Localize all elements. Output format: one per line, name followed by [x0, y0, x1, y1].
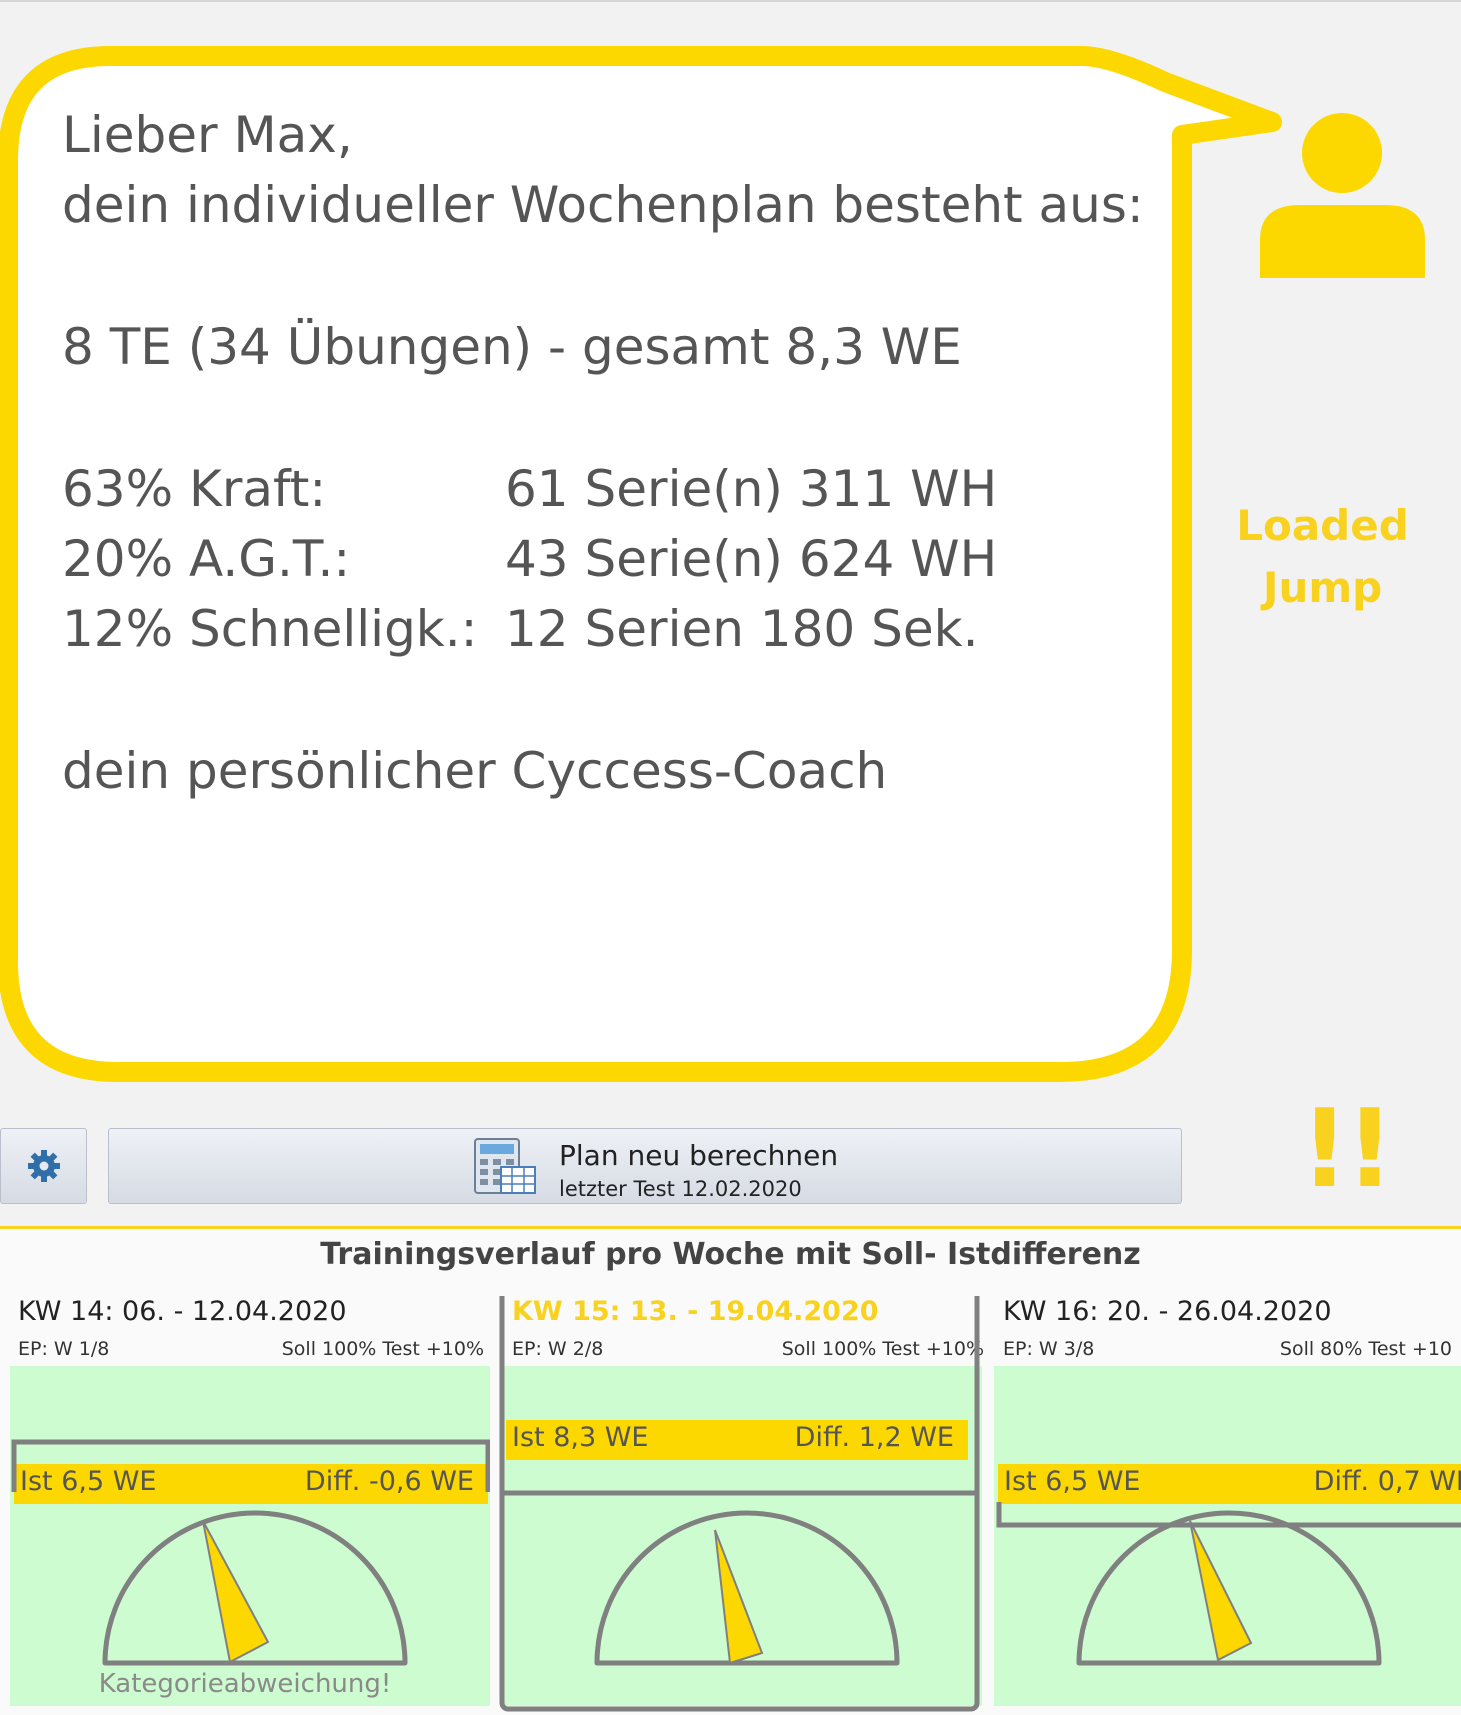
gear-icon: [27, 1150, 60, 1182]
stat-label: 20% A.G.T.:: [62, 530, 351, 588]
category-deviation-note: Kategorieabweichung!: [98, 1669, 392, 1699]
last-test-label: letzter Test 12.02.2020: [559, 1177, 802, 1201]
coach-message: Lieber Max, dein individueller Wochenpla…: [62, 100, 1144, 806]
stat-value: 61 Serie(n) 311 WH: [505, 460, 998, 518]
stat-value: 43 Serie(n) 624 WH: [505, 530, 998, 588]
exercise-line-2: Jump: [1262, 563, 1383, 612]
week-card-kw16[interactable]: KW 16: 20. - 26.04.2020 EP: W 3/8 Soll 8…: [984, 1296, 1461, 1715]
alert-indicator[interactable]: !!: [1300, 1090, 1394, 1210]
chart-title: Trainingsverlauf pro Woche mit Soll- Ist…: [320, 1237, 1141, 1272]
greeting: Lieber Max,: [62, 106, 353, 164]
intro-text: dein individueller Wochenplan besteht au…: [62, 176, 1144, 234]
settings-button[interactable]: [0, 1128, 87, 1204]
recalculate-plan-button[interactable]: Plan neu berechnen letzter Test 12.02.20…: [108, 1128, 1182, 1204]
stat-row-agt: 20% A.G.T.: 43 Serie(n) 624 WH: [62, 524, 1122, 594]
signature: dein persönlicher Cyccess-Coach: [62, 742, 888, 800]
week-card-kw15[interactable]: KW 15: 13. - 19.04.2020 EP: W 2/8 Soll 1…: [492, 1296, 984, 1715]
stat-row-kraft: 63% Kraft: 61 Serie(n) 311 WH: [62, 454, 1122, 524]
stat-row-schnelligkeit: 12% Schnelligk.: 12 Serien 180 Sek.: [62, 594, 1122, 664]
stat-value: 12 Serien 180 Sek.: [505, 600, 979, 658]
user-icon: [1260, 113, 1425, 278]
plan-summary: 8 TE (34 Übungen) - gesamt 8,3 WE: [62, 318, 962, 376]
stat-label: 12% Schnelligk.:: [62, 600, 478, 658]
current-exercise: Loaded Jump: [1210, 495, 1435, 619]
exercise-line-1: Loaded: [1236, 501, 1409, 550]
soll-gauge: [499, 1296, 980, 1712]
calculator-icon: [474, 1138, 536, 1194]
soll-gauge: [11, 1439, 490, 1666]
plan-button-label: Plan neu berechnen: [559, 1139, 839, 1172]
week-card-kw14[interactable]: KW 14: 06. - 12.04.2020 EP: W 1/8 Soll 1…: [0, 1296, 490, 1715]
stat-label: 63% Kraft:: [62, 460, 327, 518]
soll-gauge: [996, 1502, 1461, 1666]
